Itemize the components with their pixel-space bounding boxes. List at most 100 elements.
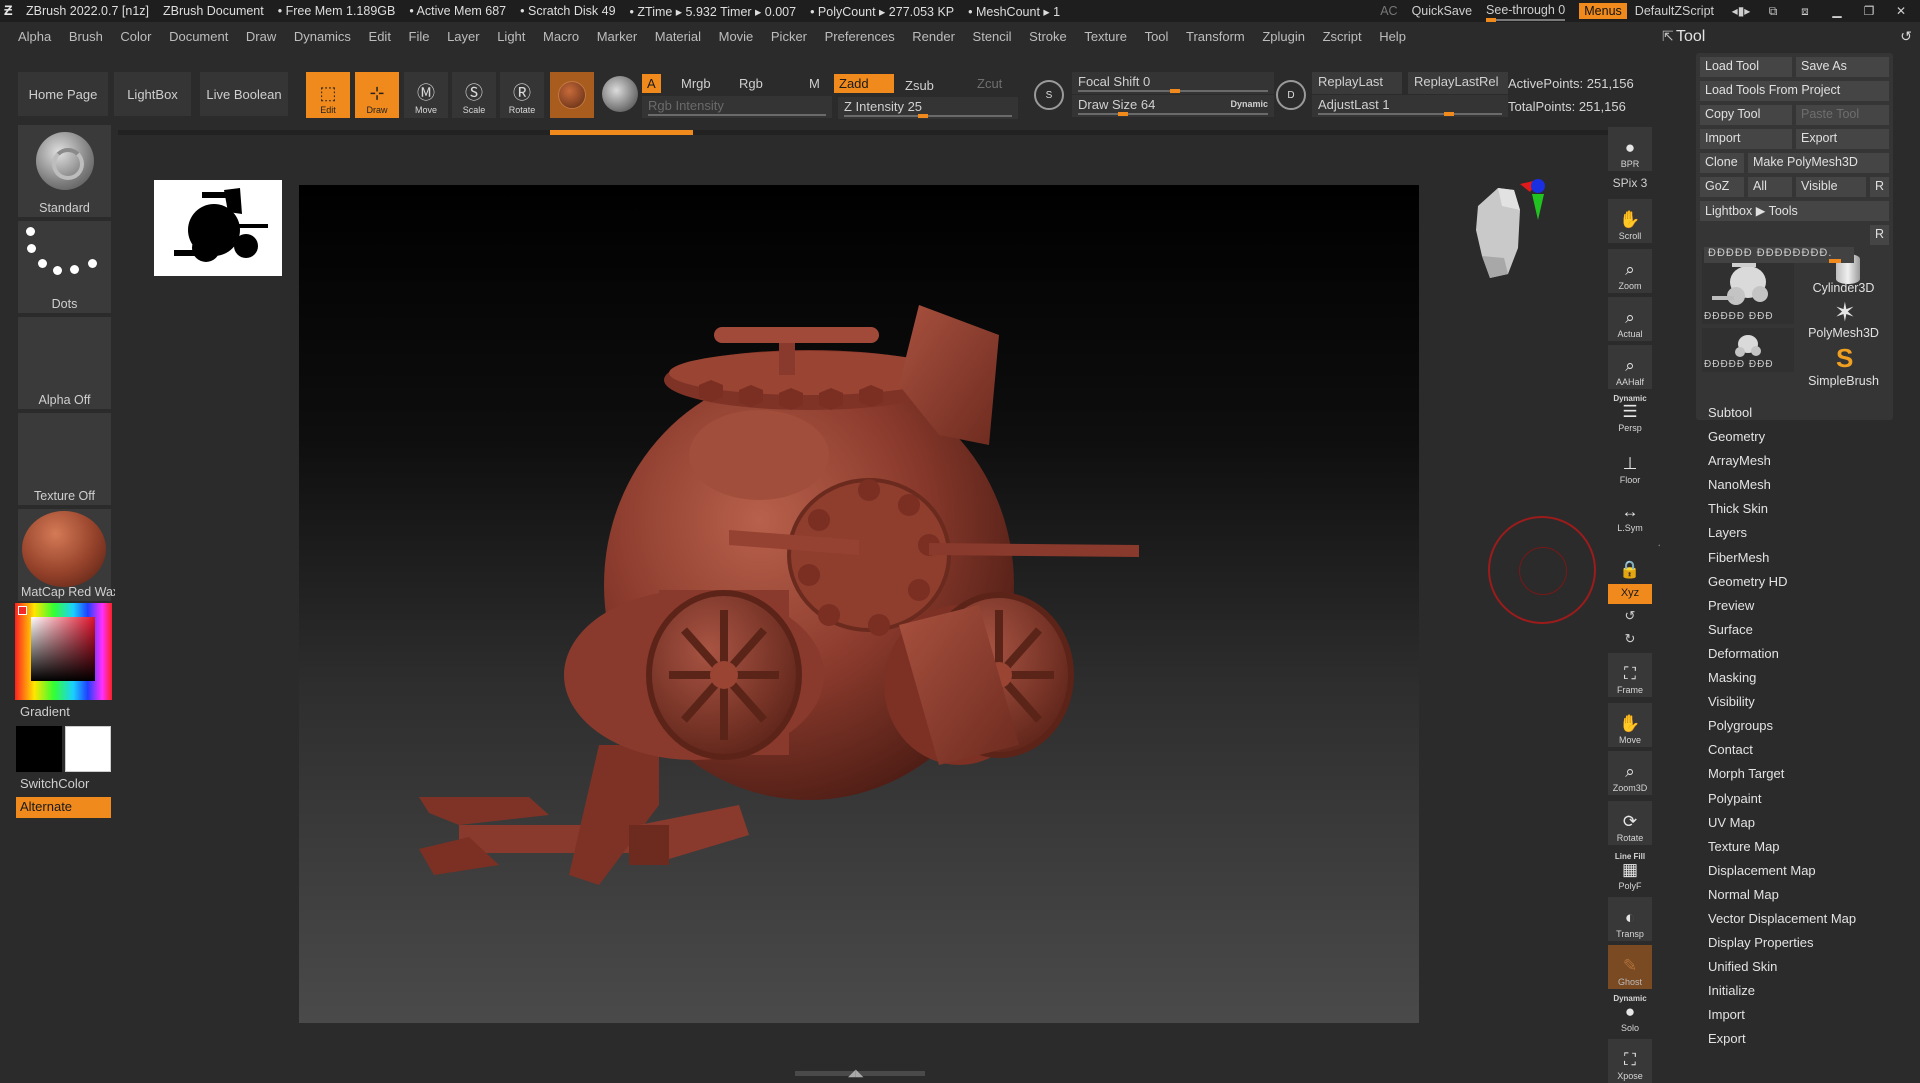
close-icon[interactable]: ✕ bbox=[1888, 4, 1914, 18]
make-polymesh3d-button[interactable]: Make PolyMesh3D bbox=[1748, 153, 1889, 173]
texture-picker[interactable]: Texture Off bbox=[18, 413, 111, 505]
load-tool-button[interactable]: Load Tool bbox=[1700, 57, 1792, 77]
tool-section-display-properties[interactable]: Display Properties bbox=[1708, 935, 1908, 959]
menu-item-brush[interactable]: Brush bbox=[69, 29, 103, 44]
live-boolean-button[interactable]: Live Boolean bbox=[200, 72, 288, 116]
actual-button[interactable]: ⌕ Actual bbox=[1608, 297, 1652, 341]
gradient-label[interactable]: Gradient bbox=[20, 704, 70, 719]
stroke-d-icon[interactable]: D bbox=[1276, 80, 1306, 110]
z-intensity-slider[interactable]: Z Intensity 25 bbox=[838, 97, 1018, 119]
move-button[interactable]: Ⓜ Move bbox=[404, 72, 448, 118]
menu-item-stencil[interactable]: Stencil bbox=[973, 29, 1012, 44]
m-toggle[interactable]: M bbox=[804, 74, 825, 93]
menus-button[interactable]: Menus bbox=[1579, 3, 1627, 19]
bpr-button[interactable]: ● BPR bbox=[1608, 127, 1652, 171]
menu-item-render[interactable]: Render bbox=[912, 29, 955, 44]
replay-last-button[interactable]: ReplayLast bbox=[1312, 72, 1402, 94]
alpha-picker[interactable]: Alpha Off bbox=[18, 317, 111, 409]
material-picker[interactable]: MatCap Red Wax bbox=[18, 509, 119, 601]
menu-item-edit[interactable]: Edit bbox=[369, 29, 391, 44]
export-button[interactable]: Export bbox=[1796, 129, 1889, 149]
menu-item-material[interactable]: Material bbox=[655, 29, 701, 44]
tool-section-texture-map[interactable]: Texture Map bbox=[1708, 839, 1908, 863]
menu-item-color[interactable]: Color bbox=[120, 29, 151, 44]
restore-layout-icon[interactable]: ⧉ bbox=[1760, 4, 1786, 19]
goz-button[interactable]: GoZ bbox=[1700, 177, 1744, 197]
tool-section-thick-skin[interactable]: Thick Skin bbox=[1708, 501, 1908, 525]
tool-reset-icon[interactable]: ↺ bbox=[1900, 28, 1912, 45]
import-button[interactable]: Import bbox=[1700, 129, 1792, 149]
tool-section-contact[interactable]: Contact bbox=[1708, 742, 1908, 766]
draw-size-slider[interactable]: Draw Size 64 Dynamic bbox=[1072, 95, 1274, 117]
orientation-head-gizmo[interactable] bbox=[1468, 176, 1558, 306]
default-zscript-button[interactable]: DefaultZScript bbox=[1635, 4, 1714, 18]
solo-button[interactable]: Dynamic ● Solo bbox=[1608, 991, 1652, 1035]
paste-tool-button[interactable]: Paste Tool bbox=[1796, 105, 1889, 125]
steam-vehicle-model[interactable] bbox=[299, 185, 1419, 1023]
rgb-toggle[interactable]: Rgb bbox=[734, 74, 768, 93]
transp-button[interactable]: ◐ Transp bbox=[1608, 897, 1652, 941]
menu-item-draw[interactable]: Draw bbox=[246, 29, 276, 44]
replay-last-rel-button[interactable]: ReplayLastRel bbox=[1408, 72, 1508, 94]
minimize-icon[interactable]: ▁ bbox=[1824, 4, 1850, 18]
menu-item-alpha[interactable]: Alpha bbox=[18, 29, 51, 44]
menu-item-movie[interactable]: Movie bbox=[719, 29, 754, 44]
material-button[interactable] bbox=[550, 72, 594, 118]
zsub-toggle[interactable]: Zsub bbox=[900, 76, 939, 95]
ghost-button[interactable]: ✎ Ghost bbox=[1608, 945, 1652, 989]
menu-item-dynamics[interactable]: Dynamics bbox=[294, 29, 351, 44]
see-through-slider[interactable]: See-through 0 bbox=[1486, 3, 1566, 22]
brush-preview-icon[interactable] bbox=[602, 76, 638, 112]
tool-section-polypaint[interactable]: Polypaint bbox=[1708, 791, 1908, 815]
rotate-y-icon[interactable]: ↺ bbox=[1608, 608, 1652, 624]
aahalf-button[interactable]: ⌕ AAHalf bbox=[1608, 345, 1652, 389]
tool-section-preview[interactable]: Preview bbox=[1708, 598, 1908, 622]
tool-section-arraymesh[interactable]: ArrayMesh bbox=[1708, 453, 1908, 477]
brush-picker[interactable]: Standard bbox=[18, 125, 111, 217]
menu-item-light[interactable]: Light bbox=[497, 29, 525, 44]
tool-section-subtool[interactable]: Subtool bbox=[1708, 405, 1908, 429]
polymesh3d-tool[interactable]: ✶ PolyMesh3D bbox=[1798, 298, 1889, 344]
focal-shift-slider[interactable]: Focal Shift 0 bbox=[1072, 72, 1274, 94]
save-as-button[interactable]: Save As bbox=[1796, 57, 1889, 77]
a-toggle[interactable]: A bbox=[642, 74, 661, 93]
tool-section-normal-map[interactable]: Normal Map bbox=[1708, 887, 1908, 911]
tool-section-masking[interactable]: Masking bbox=[1708, 670, 1908, 694]
menu-item-marker[interactable]: Marker bbox=[597, 29, 637, 44]
secondary-color-swatch[interactable] bbox=[65, 726, 111, 772]
load-tools-from-project-button[interactable]: Load Tools From Project bbox=[1700, 81, 1889, 101]
tool-selector-slider[interactable]: ĐĐĐĐĐ ĐĐĐĐĐĐĐĐ. bbox=[1704, 247, 1854, 263]
lock-button[interactable]: 🔒 bbox=[1608, 539, 1652, 583]
tool-section-vector-displacement-map[interactable]: Vector Displacement Map bbox=[1708, 911, 1908, 935]
home-page-button[interactable]: Home Page bbox=[18, 72, 108, 116]
goz-r-button[interactable]: R bbox=[1870, 177, 1889, 197]
tool-section-import[interactable]: Import bbox=[1708, 1007, 1908, 1031]
xyz-button[interactable]: Xyz bbox=[1608, 584, 1652, 604]
dynamic-label[interactable]: Dynamic bbox=[1230, 99, 1268, 109]
ac-indicator[interactable]: AC bbox=[1380, 4, 1397, 18]
tool-palette-pin-icon[interactable]: ⇱ bbox=[1662, 28, 1674, 45]
stroke-s-icon[interactable]: S bbox=[1034, 80, 1064, 110]
adjust-last-slider[interactable]: AdjustLast 1 bbox=[1312, 95, 1508, 117]
zoom3d-button[interactable]: ⌕ Zoom3D bbox=[1608, 751, 1652, 795]
scale-button[interactable]: Ⓢ Scale bbox=[452, 72, 496, 118]
color-picker[interactable] bbox=[15, 603, 112, 700]
clone-button[interactable]: Clone bbox=[1700, 153, 1744, 173]
zoom-button[interactable]: ⌕ Zoom bbox=[1608, 249, 1652, 293]
rotate-view-button[interactable]: ⟳ Rotate bbox=[1608, 801, 1652, 845]
tool-section-displacement-map[interactable]: Displacement Map bbox=[1708, 863, 1908, 887]
alternate-button[interactable]: Alternate bbox=[16, 797, 111, 818]
spix-slider[interactable]: SPix 3 bbox=[1608, 176, 1652, 190]
tool-section-initialize[interactable]: Initialize bbox=[1708, 983, 1908, 1007]
tool-section-nanomesh[interactable]: NanoMesh bbox=[1708, 477, 1908, 501]
edit-button[interactable]: ⬚ Edit bbox=[306, 72, 350, 118]
stroke-picker[interactable]: Dots bbox=[18, 221, 111, 313]
lightbox-tools-button[interactable]: Lightbox ▶ Tools bbox=[1700, 201, 1889, 221]
tool-section-polygroups[interactable]: Polygroups bbox=[1708, 718, 1908, 742]
rotate-z-icon[interactable]: ↻ bbox=[1608, 631, 1652, 647]
secondary-tool-thumbnail[interactable]: ĐĐĐĐĐ ĐĐĐ bbox=[1702, 328, 1794, 372]
menu-item-document[interactable]: Document bbox=[169, 29, 228, 44]
goz-all-button[interactable]: All bbox=[1748, 177, 1792, 197]
zcut-toggle[interactable]: Zcut bbox=[972, 74, 1007, 93]
quicksave-button[interactable]: QuickSave bbox=[1412, 4, 1472, 18]
